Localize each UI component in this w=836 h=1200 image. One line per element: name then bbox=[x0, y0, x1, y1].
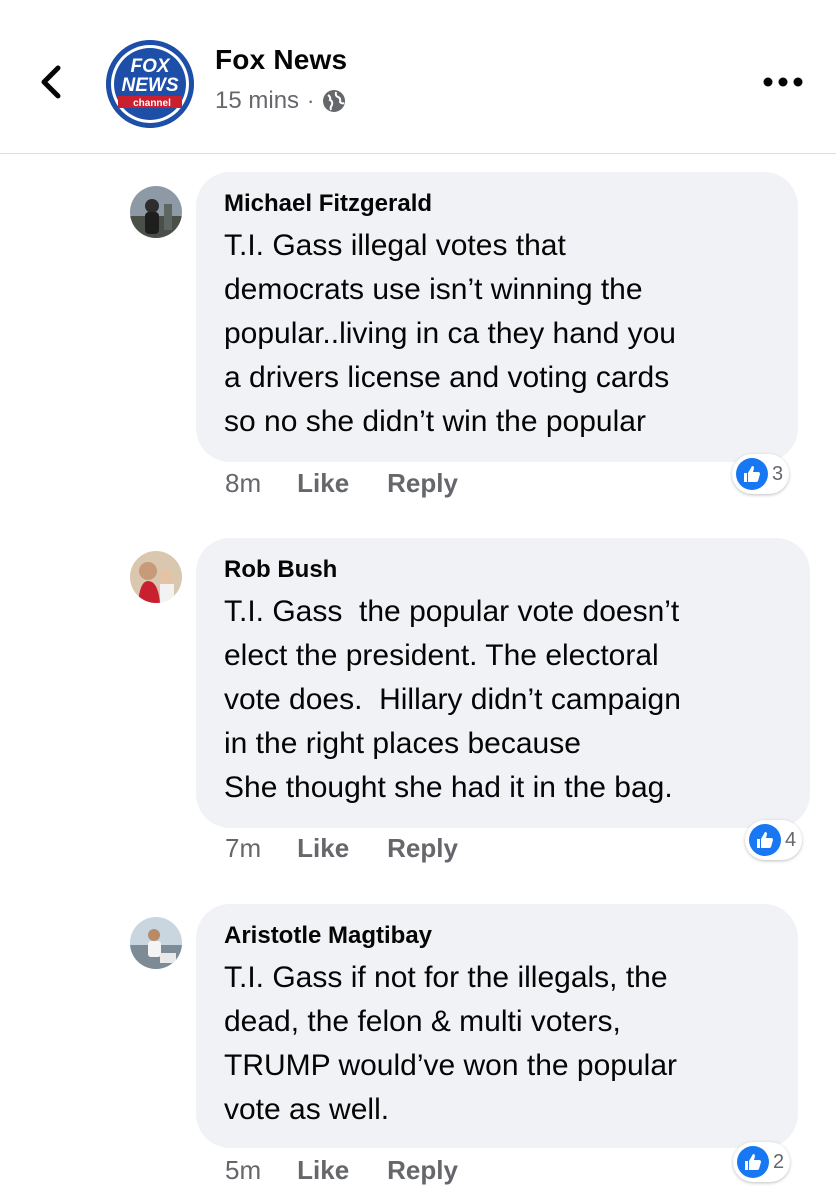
comment-text: T.I. Gass the popular vote doesn’t elect… bbox=[224, 595, 681, 804]
like-reaction-icon bbox=[749, 824, 781, 856]
comment-author[interactable]: Michael Fitzgerald bbox=[224, 188, 772, 220]
like-button[interactable]: Like bbox=[297, 468, 349, 499]
reaction-count: 3 bbox=[772, 462, 784, 485]
post-header: FOX NEWS channel Fox News 15 mins · bbox=[0, 0, 836, 154]
like-reaction-icon bbox=[736, 458, 768, 490]
avatar[interactable] bbox=[130, 186, 182, 238]
comment-time[interactable]: 7m bbox=[225, 833, 261, 864]
fox-news-logo[interactable]: FOX NEWS channel bbox=[106, 40, 194, 128]
post-meta: 15 mins · bbox=[215, 87, 346, 115]
reaction-summary[interactable]: 2 bbox=[733, 1142, 791, 1182]
logo-line-channel: channel bbox=[133, 98, 171, 109]
reply-button[interactable]: Reply bbox=[387, 1155, 458, 1186]
chevron-left-icon bbox=[41, 65, 61, 99]
comment-author[interactable]: Aristotle Magtibay bbox=[224, 920, 772, 952]
comment-bubble: Michael Fitzgerald T.I. Gass illegal vot… bbox=[196, 172, 798, 462]
comment-actions: 5m Like Reply bbox=[225, 1155, 496, 1186]
like-button[interactable]: Like bbox=[297, 833, 349, 864]
comment-text: T.I. Gass if not for the illegals, the d… bbox=[224, 961, 678, 1126]
logo-line-news: NEWS bbox=[122, 75, 179, 96]
comment-author[interactable]: Rob Bush bbox=[224, 554, 784, 586]
avatar[interactable] bbox=[130, 551, 182, 603]
globe-icon bbox=[323, 90, 346, 112]
like-reaction-icon bbox=[737, 1146, 769, 1178]
reaction-count: 2 bbox=[773, 1150, 785, 1173]
meta-separator: · bbox=[307, 88, 315, 113]
comment-bubble: Rob Bush T.I. Gass the popular vote does… bbox=[196, 538, 810, 828]
comment-actions: 7m Like Reply bbox=[225, 833, 496, 864]
reply-button[interactable]: Reply bbox=[387, 468, 458, 499]
reply-button[interactable]: Reply bbox=[387, 833, 458, 864]
post-time[interactable]: 15 mins bbox=[215, 87, 299, 115]
page-name[interactable]: Fox News bbox=[215, 44, 347, 76]
avatar[interactable] bbox=[130, 917, 182, 969]
logo-line-fox: FOX bbox=[130, 56, 170, 77]
comment-actions: 8m Like Reply bbox=[225, 468, 496, 499]
comment-text: T.I. Gass illegal votes that democrats u… bbox=[224, 229, 676, 438]
reaction-summary[interactable]: 4 bbox=[745, 820, 803, 860]
more-horizontal-icon bbox=[763, 77, 803, 87]
comment-bubble: Aristotle Magtibay T.I. Gass if not for … bbox=[196, 904, 798, 1148]
more-options-button[interactable] bbox=[760, 70, 806, 94]
comment-time[interactable]: 5m bbox=[225, 1155, 261, 1186]
reaction-summary[interactable]: 3 bbox=[732, 454, 790, 494]
comment-time[interactable]: 8m bbox=[225, 468, 261, 499]
back-button[interactable] bbox=[30, 60, 74, 104]
like-button[interactable]: Like bbox=[297, 1155, 349, 1186]
reaction-count: 4 bbox=[785, 828, 797, 851]
